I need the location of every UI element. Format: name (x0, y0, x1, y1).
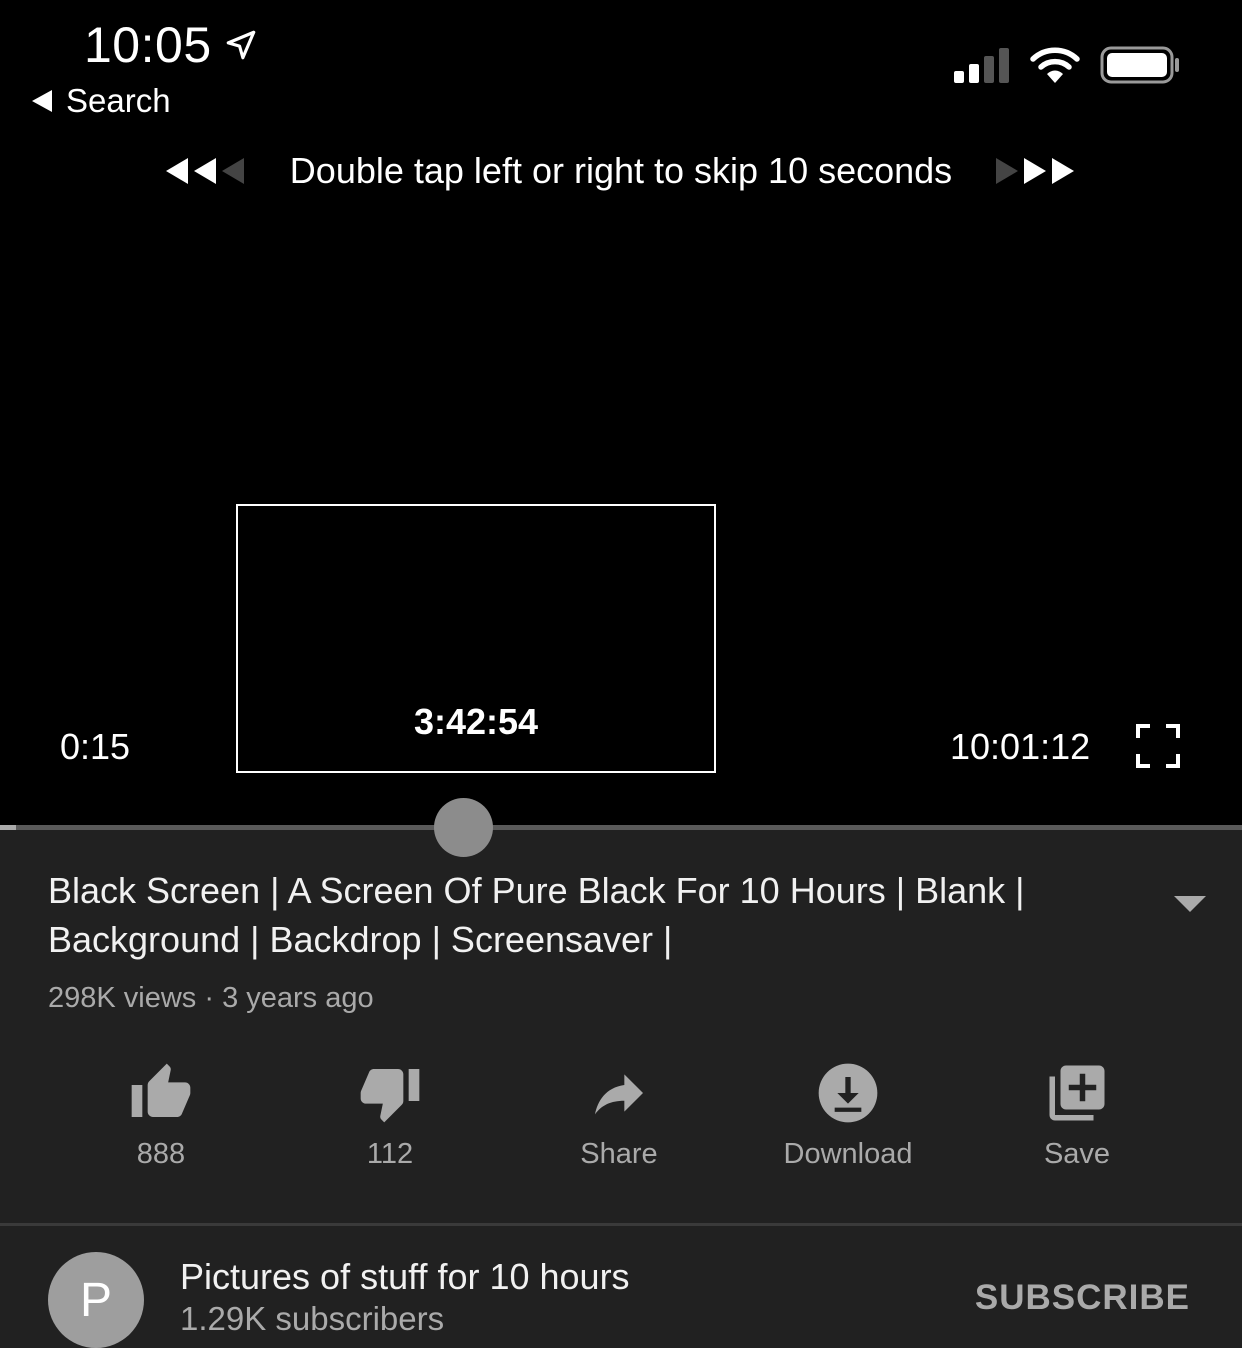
section-divider (0, 1223, 1242, 1226)
channel-name[interactable]: Pictures of stuff for 10 hours (180, 1256, 630, 1298)
status-time-text: 10:05 (84, 17, 212, 73)
thumbs-down-icon (360, 1069, 420, 1123)
video-title[interactable]: Black Screen | A Screen Of Pure Black Fo… (48, 866, 1048, 964)
share-button[interactable]: Share (519, 1058, 719, 1171)
back-arrow-icon (32, 90, 52, 112)
status-bar-time: 10:05 (84, 16, 258, 74)
subscriber-count: 1.29K subscribers (180, 1300, 445, 1337)
scrubber-handle[interactable] (434, 798, 493, 857)
preview-timestamp: 3:42:54 (413, 701, 539, 742)
save-playlist-icon (1049, 1065, 1105, 1121)
current-time: 0:15 (60, 726, 131, 767)
share-icon (595, 1074, 643, 1115)
like-count: 888 (136, 1138, 186, 1170)
status-icons (954, 46, 1180, 84)
share-label: Share (580, 1138, 658, 1170)
cellular-signal-icon (954, 48, 1009, 83)
battery-icon (1100, 46, 1179, 84)
thumbs-up-icon (131, 1063, 191, 1117)
save-button[interactable]: Save (977, 1058, 1177, 1171)
channel-avatar[interactable]: P (48, 1252, 144, 1348)
subscribe-button[interactable]: SUBSCRIBE (975, 1278, 1190, 1318)
save-label: Save (1043, 1138, 1111, 1170)
expand-description-icon[interactable] (1174, 896, 1206, 912)
dislike-count: 112 (366, 1138, 414, 1170)
avatar-letter: P (79, 1273, 112, 1327)
download-icon (818, 1063, 878, 1123)
download-button[interactable]: Download (748, 1058, 948, 1171)
like-button[interactable]: 888 (61, 1058, 261, 1171)
back-to-search-link[interactable]: Search (32, 82, 171, 120)
wifi-icon (1030, 47, 1080, 83)
back-link-label: Search (66, 82, 171, 119)
location-arrow-icon (226, 30, 255, 60)
progress-played (0, 825, 16, 830)
video-duration: 10:01:12 (950, 726, 1091, 767)
progress-bar[interactable] (0, 825, 1242, 830)
fast-forward-arrows-icon (996, 158, 1074, 184)
fullscreen-icon[interactable] (1136, 724, 1180, 768)
scrub-preview-frame: 3:42:54 (236, 504, 716, 773)
dislike-button[interactable]: 112 (290, 1058, 490, 1171)
action-bar: 888 112 Share Download Save (46, 1058, 1196, 1178)
video-metadata: 298K views · 3 years ago (48, 982, 374, 1014)
download-label: Download (783, 1138, 913, 1170)
